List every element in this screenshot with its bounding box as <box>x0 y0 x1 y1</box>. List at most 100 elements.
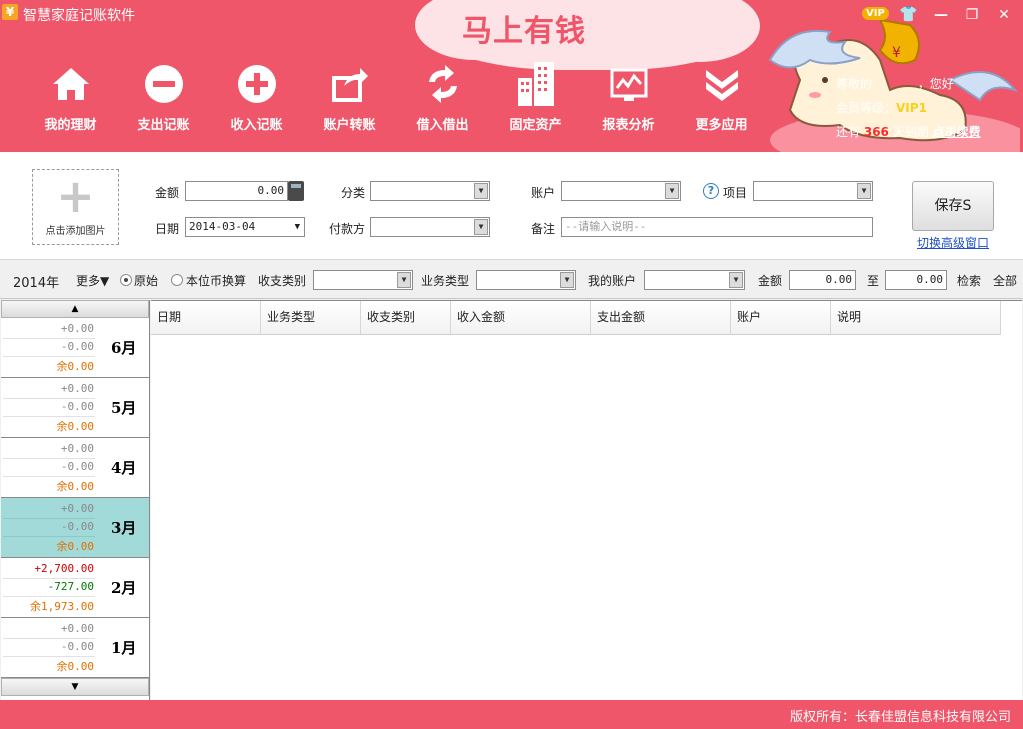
advanced-window-link[interactable]: 切换高级窗口 <box>917 234 989 251</box>
search-button[interactable]: 检索 <box>957 272 981 289</box>
slogan: 马上有钱 <box>462 14 586 49</box>
more-menu[interactable]: 更多▼ <box>76 272 109 289</box>
month-item-2[interactable]: +2,700.00 -727.00 余1,973.00 2月 <box>1 558 149 618</box>
type-filter-select[interactable]: ▼ <box>313 270 413 290</box>
minimize-button[interactable]: — <box>930 4 952 26</box>
divider <box>3 578 95 579</box>
nav-label: 固定资产 <box>509 118 562 133</box>
nav-label: 我的理财 <box>44 118 97 133</box>
level-prefix: 会员等级： <box>836 101 897 115</box>
col-category[interactable]: 收支类别 <box>361 301 451 335</box>
col-biz-type[interactable]: 业务类型 <box>261 301 361 335</box>
building-icon <box>489 60 582 108</box>
vip-badge[interactable]: VIP <box>862 7 889 20</box>
nav-borrow-lend[interactable]: 借入借出 <box>396 60 489 133</box>
note-placeholder: --请输入说明-- <box>565 220 647 233</box>
renew-link[interactable]: 点击续费 <box>933 125 981 139</box>
close-button[interactable]: ✕ <box>993 4 1015 26</box>
payer-label: 付款方 <box>329 222 366 236</box>
nav-my-finance[interactable]: 我的理财 <box>24 60 117 133</box>
month-income: +0.00 <box>60 382 94 395</box>
divider <box>3 518 95 519</box>
month-item-3-selected[interactable]: +0.00 -0.00 余0.00 3月 <box>1 498 149 558</box>
month-item-4[interactable]: +0.00 -0.00 余0.00 4月 <box>1 438 149 498</box>
app-icon: ¥ <box>2 4 18 20</box>
month-item-5[interactable]: +0.00 -0.00 余0.00 5月 <box>1 378 149 438</box>
dropdown-arrow-icon: ▼ <box>560 272 574 288</box>
chart-icon <box>582 60 675 108</box>
refresh-icon <box>396 60 489 108</box>
category-label: 分类 <box>341 186 366 200</box>
col-date[interactable]: 日期 <box>151 301 261 335</box>
footer-bar: 版权所有：长春佳盟信息科技有限公司 <box>0 700 1023 729</box>
add-image-label: 点击添加图片 <box>45 226 106 237</box>
month-income: +2,700.00 <box>34 562 94 575</box>
add-image-button[interactable]: + 点击添加图片 <box>32 169 119 245</box>
col-income[interactable]: 收入金额 <box>451 301 591 335</box>
maximize-button[interactable]: ❐ <box>961 4 983 26</box>
month-sidebar: ▲ +0.00 -0.00 余0.00 6月 +0.00 -0.00 余0.00… <box>1 300 150 700</box>
app-title: 智慧家庭记账软件 <box>23 8 135 24</box>
col-expense[interactable]: 支出金额 <box>591 301 731 335</box>
skin-icon[interactable]: 👕 <box>899 5 918 23</box>
header-banner: 马上有钱 ¥ 智慧家庭记账软件 ¥ VIP 👕 — ❐ ✕ 我的理财 支出记账 <box>0 0 1023 152</box>
chevron-down-icon <box>675 60 768 108</box>
nav-fixed-assets[interactable]: 固定资产 <box>489 60 582 133</box>
amount-input[interactable]: 0.00 <box>185 181 288 201</box>
nav-income[interactable]: 收入记账 <box>210 60 303 133</box>
month-item-1[interactable]: +0.00 -0.00 余0.00 1月 <box>1 618 149 678</box>
remain-suffix: 天到期 <box>892 125 929 139</box>
project-select[interactable]: ▼ <box>753 181 873 201</box>
month-expense: -0.00 <box>60 400 94 413</box>
dropdown-arrow-icon: ▼ <box>294 222 300 232</box>
amount-filter-label: 金额 <box>758 274 783 288</box>
nav-label: 更多应用 <box>695 118 748 133</box>
nav-label: 借入借出 <box>416 118 469 133</box>
original-radio[interactable] <box>120 274 132 286</box>
month-name: 3月 <box>111 519 137 537</box>
minus-icon <box>117 60 210 108</box>
note-input[interactable]: --请输入说明-- <box>561 217 873 237</box>
scroll-down-button[interactable]: ▼ <box>1 678 149 696</box>
month-name: 2月 <box>111 579 137 597</box>
category-select[interactable]: ▼ <box>370 181 490 201</box>
greeting-prefix: 尊敬的 <box>836 77 873 91</box>
amount-from-input[interactable]: 0.00 <box>789 270 856 290</box>
month-expense: -0.00 <box>60 640 94 653</box>
divider <box>3 458 95 459</box>
account-select[interactable]: ▼ <box>561 181 681 201</box>
col-account[interactable]: 账户 <box>731 301 831 335</box>
amount-label: 金额 <box>155 186 180 200</box>
nav-expense[interactable]: 支出记账 <box>117 60 210 133</box>
nav-transfer[interactable]: 账户转账 <box>303 60 396 133</box>
save-button[interactable]: 保存S <box>912 181 994 231</box>
month-expense: -0.00 <box>60 340 94 353</box>
nav-reports[interactable]: 报表分析 <box>582 60 675 133</box>
account-filter-select[interactable]: ▼ <box>644 270 745 290</box>
nav-label: 报表分析 <box>602 118 655 133</box>
nav-more-apps[interactable]: 更多应用 <box>675 60 768 133</box>
calculator-icon[interactable] <box>288 181 304 201</box>
member-level: VIP1 <box>896 101 927 115</box>
month-name: 4月 <box>111 459 137 477</box>
month-name: 6月 <box>111 339 137 357</box>
help-icon[interactable]: ? <box>703 183 719 199</box>
col-note[interactable]: 说明 <box>831 301 1001 335</box>
scroll-up-button[interactable]: ▲ <box>1 300 149 318</box>
convert-radio[interactable] <box>171 274 183 286</box>
plus-icon: + <box>56 169 95 223</box>
date-picker[interactable]: 2014-03-04 ▼ <box>185 217 305 237</box>
show-all-button[interactable]: 全部 <box>993 272 1017 289</box>
dropdown-arrow-icon: ▼ <box>397 272 411 288</box>
remain-days: 366 <box>863 125 889 139</box>
to-label: 至 <box>867 274 880 288</box>
biz-filter-select[interactable]: ▼ <box>476 270 576 290</box>
amount-to-input[interactable]: 0.00 <box>885 270 947 290</box>
account-label: 账户 <box>531 186 556 200</box>
year-selector[interactable]: 2014年 <box>13 272 59 291</box>
original-label: 原始 <box>134 274 159 288</box>
divider <box>3 476 95 477</box>
payer-select[interactable]: ▼ <box>370 217 490 237</box>
dropdown-arrow-icon: ▼ <box>474 183 488 199</box>
month-item-6[interactable]: +0.00 -0.00 余0.00 6月 <box>1 318 149 378</box>
